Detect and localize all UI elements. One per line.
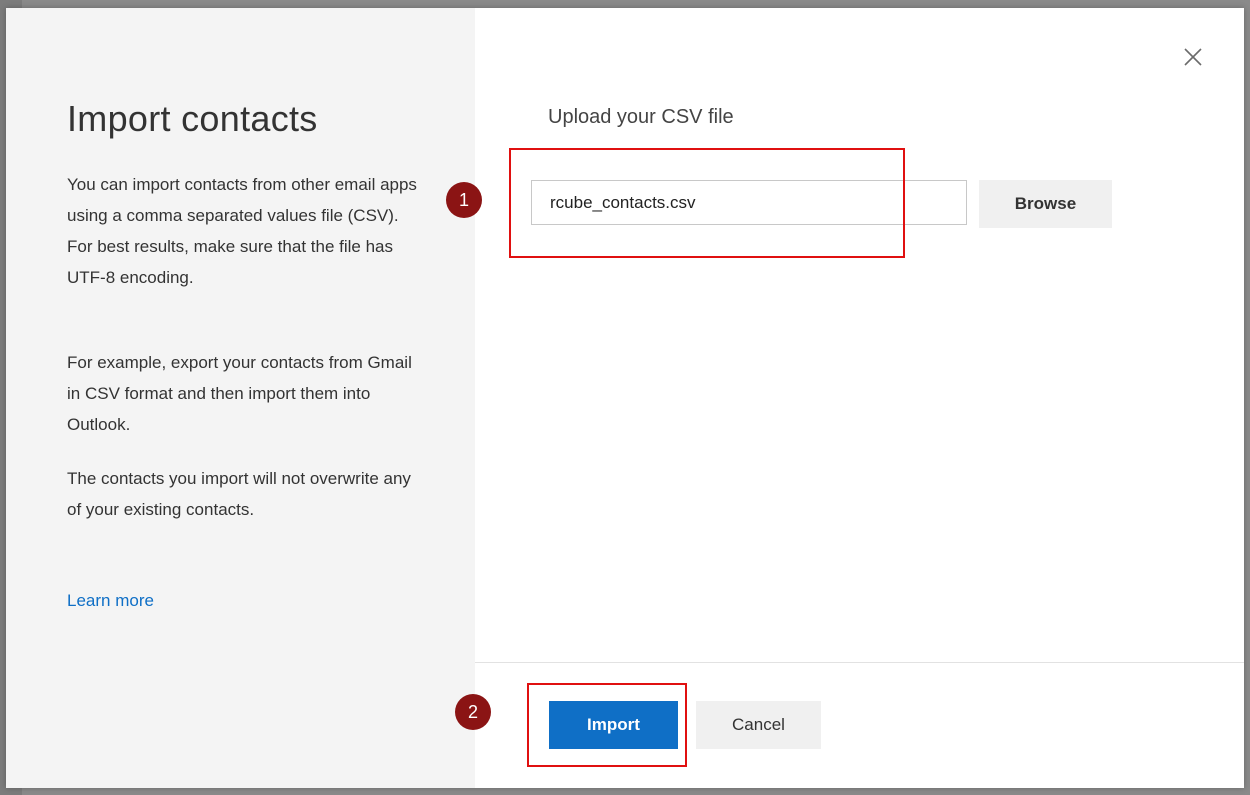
info-pane: Import contacts You can import contacts … xyxy=(6,8,475,788)
cancel-button[interactable]: Cancel xyxy=(696,701,821,749)
upload-label: Upload your CSV file xyxy=(548,106,734,128)
step-badge-1: 1 xyxy=(446,182,482,218)
close-icon xyxy=(1184,48,1202,66)
description-paragraph-3: The contacts you import will not overwri… xyxy=(67,469,411,519)
step-badge-2: 2 xyxy=(455,694,491,730)
footer-divider xyxy=(475,662,1244,663)
browse-button[interactable]: Browse xyxy=(979,180,1112,228)
import-button[interactable]: Import xyxy=(549,701,678,749)
description-paragraph-1: You can import contacts from other email… xyxy=(67,175,417,287)
dialog-title: Import contacts xyxy=(67,98,318,139)
close-button[interactable] xyxy=(1178,42,1208,72)
learn-more-link[interactable]: Learn more xyxy=(67,585,154,616)
csv-file-input[interactable]: rcube_contacts.csv xyxy=(531,180,967,225)
import-contacts-dialog: Import contacts You can import contacts … xyxy=(6,8,1244,788)
description-paragraph-2: For example, export your contacts from G… xyxy=(67,353,412,434)
